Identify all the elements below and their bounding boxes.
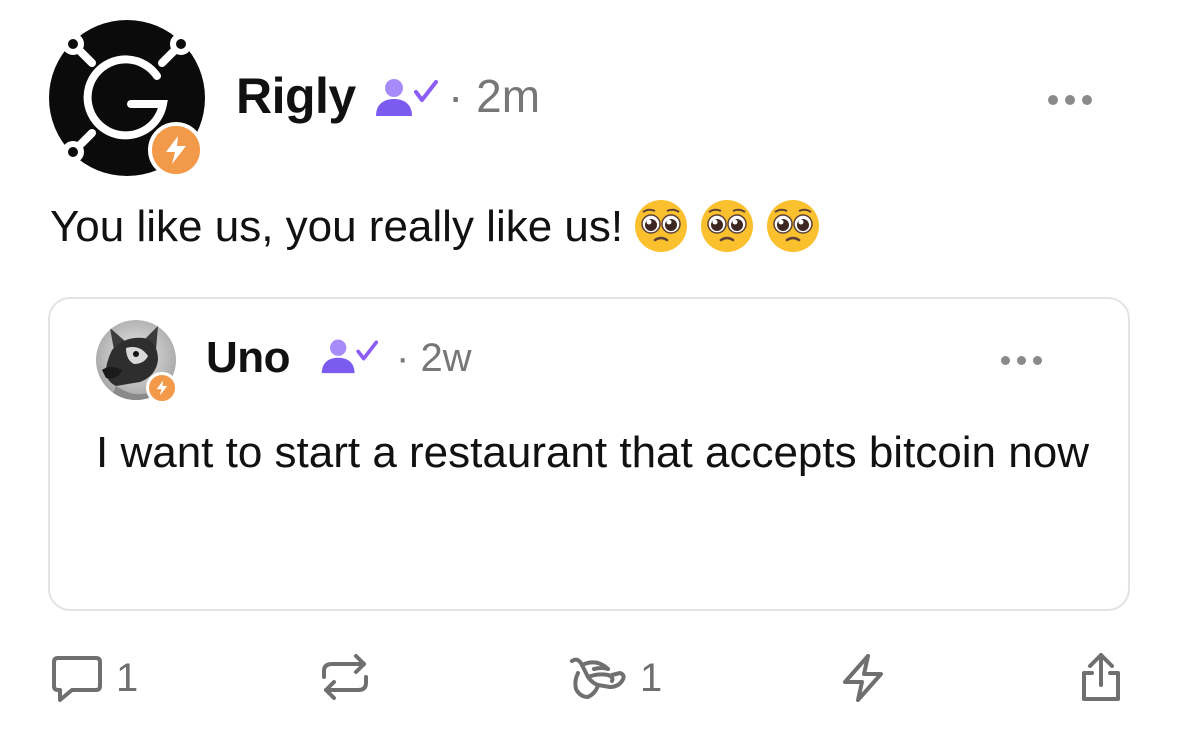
- reply-icon: [52, 656, 102, 702]
- verified-user-icon: [318, 335, 382, 375]
- zap-icon: [843, 654, 883, 702]
- like-button[interactable]: 1: [568, 653, 662, 703]
- post-body: You like us, you really like us!: [50, 198, 821, 257]
- post-timestamp: · 2m: [448, 70, 541, 122]
- share-icon: [1082, 653, 1120, 701]
- post-text: You like us, you really like us!: [50, 202, 624, 251]
- reply-count: 1: [116, 656, 139, 700]
- more-options-icon[interactable]: [1001, 356, 1042, 365]
- author-name[interactable]: Rigly: [236, 66, 356, 126]
- reply-button[interactable]: 1: [50, 653, 138, 703]
- verified-user-icon: [372, 74, 442, 118]
- post-time: 2m: [476, 70, 541, 122]
- lightning-bolt-icon: [156, 380, 168, 396]
- lightning-bolt-icon: [166, 136, 186, 164]
- more-options-icon[interactable]: [1048, 95, 1092, 105]
- quote-text: I want to start a restaurant that accept…: [96, 428, 1089, 477]
- shaka-icon: [570, 657, 626, 699]
- pleading-face-icon: [767, 200, 820, 253]
- repost-icon: [322, 654, 368, 700]
- quote-time: 2w: [420, 336, 472, 380]
- repost-button[interactable]: [318, 653, 372, 701]
- zap-button[interactable]: [840, 653, 886, 703]
- lightning-badge: [148, 122, 204, 178]
- lightning-badge: [146, 372, 178, 404]
- pleading-face-icon: [635, 200, 688, 253]
- quote-author-name[interactable]: Uno: [206, 330, 291, 386]
- share-button[interactable]: [1076, 651, 1126, 703]
- like-count: 1: [640, 656, 663, 700]
- pleading-face-icon: [701, 200, 754, 253]
- quote-timestamp: · 2w: [396, 336, 472, 380]
